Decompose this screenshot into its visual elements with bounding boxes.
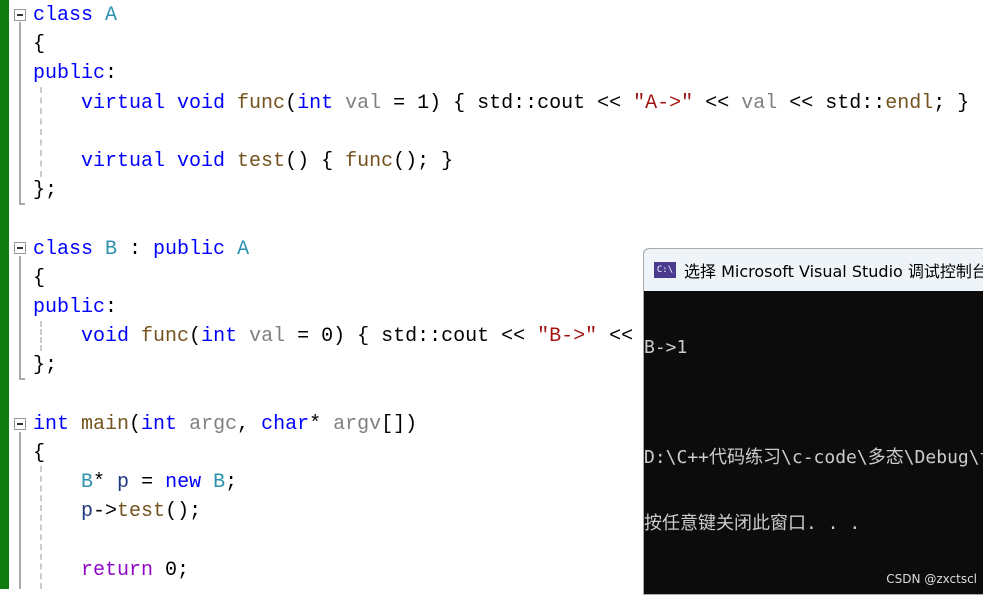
code-token: argc [189, 412, 238, 436]
code-line[interactable]: virtual void test() { func(); } [33, 147, 453, 176]
code-line[interactable]: public: [33, 59, 117, 88]
code-line[interactable]: virtual void func(int val = 1) { std::co… [33, 89, 969, 118]
code-line[interactable]: B* p = new B; [33, 468, 237, 497]
code-token: val [741, 91, 778, 115]
code-line[interactable]: }; [33, 176, 57, 205]
code-token: << [585, 91, 634, 115]
code-token: = [129, 471, 166, 495]
console-output: B->1 D:\C++代码练习\c-code\多态\Debug\test.exe… [644, 291, 983, 579]
console-title: 选择 Microsoft Visual Studio 调试控制台 [684, 262, 983, 281]
code-token: val [249, 325, 286, 349]
code-token: B [81, 471, 94, 495]
code-token: test [237, 150, 286, 173]
code-token: * [309, 412, 334, 436]
code-line[interactable]: class A [33, 1, 117, 30]
code-token: << [693, 91, 742, 115]
code-token: << std:: [777, 91, 886, 115]
code-line[interactable]: { [33, 264, 45, 293]
code-token: public [33, 62, 106, 86]
console-title-bar[interactable]: C:\ 选择 Microsoft Visual Studio 调试控制台 [644, 249, 983, 291]
code-token: class [33, 237, 106, 261]
code-token: cout [537, 91, 586, 115]
code-token: { [33, 266, 46, 290]
code-token: ( [285, 91, 298, 115]
console-line: B->1 [644, 337, 688, 358]
code-token: int [201, 325, 250, 349]
code-token: = 0) { std::cout << [285, 325, 538, 349]
code-token: endl [885, 91, 934, 115]
code-token: "A->" [633, 91, 694, 115]
code-token: p [117, 471, 130, 495]
code-line[interactable]: { [33, 30, 45, 59]
code-token: p [81, 500, 94, 524]
code-token: main [81, 412, 130, 436]
code-token: virtual void [33, 91, 238, 115]
code-line[interactable]: int main(int argc, char* argv[]) [33, 410, 417, 439]
code-token: func [141, 325, 190, 349]
code-token: : [105, 296, 118, 319]
console-line: D:\C++代码练习\c-code\多态\Debug\test.exe [644, 447, 983, 468]
code-line[interactable]: class B : public A [33, 235, 249, 264]
code-token: { [33, 33, 46, 57]
console-icon: C:\ [654, 262, 676, 278]
code-token: A [105, 4, 118, 27]
code-token: B [105, 237, 118, 261]
code-token: }; [33, 354, 58, 378]
console-line: 按任意键关闭此窗口. . . [644, 513, 861, 534]
code-token: ( [129, 412, 142, 436]
debug-console-window[interactable]: C:\ 选择 Microsoft Visual Studio 调试控制台 B->… [643, 248, 983, 595]
code-token: << [597, 325, 646, 349]
code-line[interactable]: public: [33, 293, 117, 322]
collapse-class-a-icon[interactable] [14, 9, 26, 21]
code-token: []) [381, 412, 418, 436]
code-token: (); } [393, 150, 454, 173]
code-line[interactable]: return 0; [33, 556, 189, 585]
code-token: }; [33, 179, 58, 203]
code-token: int [141, 412, 190, 436]
code-token: val [345, 91, 382, 115]
code-token: B [213, 471, 226, 495]
code-token: -> [93, 500, 118, 524]
collapse-class-b-icon[interactable] [14, 242, 26, 254]
code-token: test [117, 500, 166, 524]
code-token: (); [165, 500, 202, 524]
code-token: public [33, 296, 106, 319]
code-token: int [297, 91, 346, 115]
watermark: CSDN @zxctscl [886, 572, 977, 586]
code-token: () { [285, 150, 346, 173]
code-token: int [33, 412, 82, 436]
code-token: void [33, 325, 142, 349]
code-token: ; } [933, 91, 970, 115]
code-token: A [237, 237, 250, 261]
code-token: argv [333, 412, 382, 436]
code-token: 0; [165, 558, 190, 582]
code-token: public [153, 237, 238, 261]
code-token: : [117, 237, 154, 261]
code-line[interactable]: }; [33, 351, 57, 380]
code-token: ( [189, 325, 202, 349]
code-token: func [237, 91, 286, 115]
code-token: , [237, 412, 262, 436]
code-token: return [81, 558, 166, 582]
code-token: ; [225, 471, 238, 495]
code-token: virtual void [33, 150, 238, 173]
code-token: new [165, 471, 214, 495]
code-token: char [261, 412, 310, 436]
code-token: class [33, 4, 106, 27]
collapse-main-icon[interactable] [14, 418, 26, 430]
code-token: * [93, 471, 118, 495]
code-token: { [33, 442, 46, 465]
code-line[interactable]: { [33, 439, 45, 468]
code-token: = 1) { std:: [381, 91, 538, 115]
code-token: : [105, 62, 118, 86]
code-line[interactable]: p->test(); [33, 497, 201, 526]
code-token: func [345, 150, 394, 173]
change-indicator-bar [0, 0, 9, 589]
code-token: "B->" [537, 325, 598, 349]
